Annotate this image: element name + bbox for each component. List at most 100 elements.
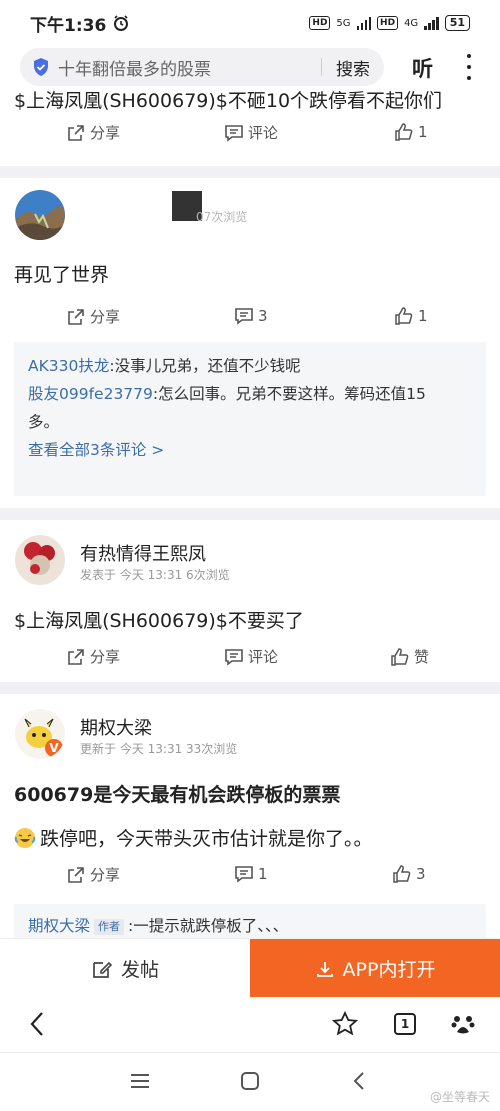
- share-button[interactable]: 分享: [66, 306, 120, 327]
- post-content[interactable]: $上海凤凰(SH600679)$不要买了: [14, 606, 304, 633]
- author-tag: 作者: [94, 918, 125, 935]
- signal-icon: [356, 16, 372, 30]
- share-icon: [68, 124, 84, 141]
- thumbs-up-icon: [395, 307, 413, 325]
- network-type-2: 4G: [404, 17, 419, 29]
- hd-icon: HD: [309, 16, 331, 30]
- tab-count-button[interactable]: 1: [394, 1013, 416, 1035]
- comment-button[interactable]: 评论: [224, 122, 278, 143]
- post-content[interactable]: 再见了世界: [14, 260, 109, 287]
- post: 有热情得王熙凤 发表于 今天 13:31 6次浏览 $上海凤凰(SH600679…: [0, 520, 500, 682]
- signal-icon: [424, 16, 439, 30]
- avatar[interactable]: V: [15, 709, 65, 759]
- search-divider: [321, 58, 322, 76]
- comment-item[interactable]: 股友099fe23779:怎么回事。兄弟不要这样。筹码还值15: [28, 380, 472, 408]
- comment-icon: [225, 124, 243, 142]
- comment-button[interactable]: 1: [234, 864, 268, 884]
- search-row: 十年翻倍最多的股票 搜索 听: [0, 46, 500, 88]
- comment-preview: AK330扶龙:没事儿兄弟，还值不少钱呢 股友099fe23779:怎么回事。兄…: [14, 342, 486, 496]
- comment-item[interactable]: 期权大梁 作者:一提示就跌停板了、、、: [28, 912, 472, 938]
- thumbs-up-icon: [395, 123, 413, 141]
- verified-badge-icon: V: [45, 739, 63, 757]
- back-nav-icon[interactable]: [352, 1071, 366, 1095]
- alarm-icon: [114, 15, 129, 31]
- open-in-app-button[interactable]: APP内打开: [250, 939, 500, 998]
- comment-item: 多。: [28, 408, 472, 436]
- status-bar: 下午1:36 HD 5G HD 4G 51: [0, 0, 500, 46]
- comment-button[interactable]: 评论: [224, 646, 278, 667]
- browser-toolbar: 1: [0, 997, 500, 1053]
- comment-label: 评论: [248, 124, 279, 142]
- like-label: 赞: [414, 648, 430, 666]
- share-label: 分享: [90, 866, 121, 884]
- post-meta: 更新于 今天 13:31 33次浏览: [80, 742, 238, 756]
- post-title[interactable]: 600679是今天最有机会跌停板的票票: [14, 780, 340, 807]
- comment-icon: [225, 648, 243, 666]
- search-input[interactable]: 十年翻倍最多的股票: [58, 55, 321, 80]
- user-name[interactable]: 有热情得王熙凤: [80, 540, 206, 566]
- download-icon: [316, 961, 333, 977]
- comment-count: 1: [258, 865, 268, 883]
- laughing-crying-emoji-icon: [14, 827, 36, 848]
- like-button[interactable]: 赞: [390, 646, 429, 667]
- comment-text: :没事儿兄弟，还值不少钱呢: [109, 357, 301, 375]
- avatar-landscape-image: [15, 190, 65, 240]
- search-box[interactable]: 十年翻倍最多的股票 搜索: [20, 48, 384, 86]
- avatar[interactable]: [15, 190, 65, 240]
- comment-user[interactable]: AK330扶龙: [28, 357, 109, 375]
- post-actions: 分享 评论 赞: [0, 646, 500, 676]
- post-content-line[interactable]: 跌停吧，今天带头灭市估计就是你了。。: [14, 824, 373, 851]
- post-separator: [0, 166, 500, 178]
- comment-user[interactable]: 期权大梁: [28, 917, 90, 935]
- comment-button[interactable]: 3: [234, 306, 268, 326]
- listen-button[interactable]: 听: [412, 53, 433, 83]
- share-label: 分享: [90, 648, 121, 666]
- post-button[interactable]: 发帖: [0, 939, 250, 998]
- hd-icon: HD: [377, 16, 399, 30]
- battery-icon: 51: [444, 15, 470, 31]
- like-button[interactable]: 1: [394, 122, 428, 142]
- comment-icon: [235, 308, 253, 325]
- search-button[interactable]: 搜索: [336, 55, 370, 80]
- share-label: 分享: [90, 308, 121, 326]
- thumbs-up-icon: [393, 865, 411, 883]
- feed: $上海凤凰(SH600679)$不砸10个跌停看不起你们 分享 评论 1 07次…: [0, 88, 500, 938]
- avatar[interactable]: [15, 535, 65, 585]
- comment-preview: 期权大梁 作者:一提示就跌停板了、、、: [14, 904, 486, 938]
- bottom-action-bar: 发帖 APP内打开: [0, 938, 500, 998]
- post-actions: 分享 1 3: [0, 864, 500, 894]
- user-name[interactable]: 期权大梁: [80, 714, 152, 740]
- back-icon[interactable]: [28, 1011, 46, 1041]
- status-icons: HD 5G HD 4G 51: [309, 15, 470, 31]
- view-all-comments-link[interactable]: 查看全部3条评论 >: [28, 436, 472, 464]
- system-navigation-bar: @坐等春天: [0, 1053, 500, 1111]
- comment-item[interactable]: AK330扶龙:没事儿兄弟，还值不少钱呢: [28, 352, 472, 380]
- comment-icon: [235, 866, 253, 883]
- post-button-label: 发帖: [120, 959, 159, 981]
- like-button[interactable]: 1: [394, 306, 428, 326]
- paw-icon[interactable]: [450, 1011, 476, 1041]
- comment-text: :怎么回事。兄弟不要这样。筹码还值15: [152, 385, 426, 403]
- status-time: 下午1:36: [30, 11, 130, 36]
- shield-icon: [34, 58, 48, 76]
- post: V 期权大梁 更新于 今天 13:31 33次浏览 600679是今天最有机会跌…: [0, 694, 500, 938]
- comment-user[interactable]: 股友099fe23779: [28, 385, 153, 403]
- share-button[interactable]: 分享: [66, 864, 120, 885]
- like-count: 1: [418, 307, 428, 325]
- like-count: 1: [418, 123, 428, 141]
- share-button[interactable]: 分享: [66, 646, 120, 667]
- network-type-1: 5G: [336, 17, 351, 29]
- share-button[interactable]: 分享: [66, 122, 120, 143]
- share-icon: [68, 648, 84, 665]
- post-content[interactable]: $上海凤凰(SH600679)$不砸10个跌停看不起你们: [14, 88, 442, 113]
- post-meta: 发表于 今天 13:31 6次浏览: [80, 568, 230, 582]
- more-menu-icon[interactable]: [466, 54, 472, 80]
- star-icon[interactable]: [331, 1010, 359, 1041]
- recent-apps-icon[interactable]: [130, 1073, 150, 1093]
- like-button[interactable]: 3: [392, 864, 426, 884]
- post-content: 跌停吧，今天带头灭市估计就是你了。。: [40, 828, 373, 850]
- post-actions: 分享 评论 1: [0, 122, 500, 152]
- comment-text: 多。: [28, 413, 60, 431]
- home-icon[interactable]: [240, 1071, 260, 1095]
- like-count: 3: [416, 865, 426, 883]
